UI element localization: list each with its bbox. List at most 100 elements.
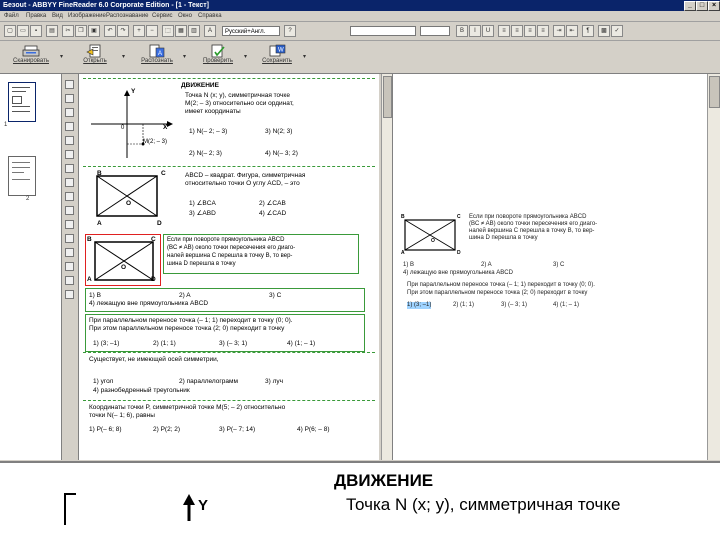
recognized-answer[interactable]: 1) B — [403, 262, 414, 269]
q3-text-line: (BC ≠ AB) около точки пересечения его ди… — [167, 245, 296, 251]
q4-answer: 4) (1; – 1) — [287, 340, 316, 347]
align-center-icon[interactable]: ≡ — [511, 25, 523, 37]
recognize-button[interactable]: A Распознать — [132, 43, 182, 71]
font-combo[interactable] — [350, 26, 416, 36]
table-area-tool-icon[interactable] — [65, 108, 74, 117]
vertex-d-label: D — [151, 276, 156, 283]
size-combo[interactable] — [420, 26, 450, 36]
order-tool-icon[interactable] — [65, 192, 74, 201]
recognized-text-line[interactable]: Если при повороте прямоугольника ABCD — [469, 214, 586, 221]
q3-text-line: шина D перешла в точку — [167, 261, 236, 267]
italic-icon[interactable]: I — [469, 25, 481, 37]
menu-recognize[interactable]: Распознавание — [106, 12, 149, 20]
rotate-tool-icon[interactable] — [65, 150, 74, 159]
image-window[interactable]: ДВИЖЕНИЕ Точка N (x; y), симметричная то… — [79, 74, 379, 460]
bold-icon[interactable]: B — [456, 25, 468, 37]
menu-edit[interactable]: Правка — [26, 12, 46, 20]
recognized-answer[interactable]: 2) (1; 1) — [453, 302, 474, 309]
table-icon[interactable]: ▥ — [188, 25, 200, 37]
zoom-tool-icon[interactable] — [65, 234, 74, 243]
outdent-icon[interactable]: ⇤ — [566, 25, 578, 37]
help-icon[interactable]: ? — [284, 25, 296, 37]
menu-tools[interactable]: Сервис — [152, 12, 173, 20]
underline-icon[interactable]: U — [482, 25, 494, 37]
menu-window[interactable]: Окно — [178, 12, 192, 20]
select-icon[interactable]: ⬚ — [162, 25, 174, 37]
fit-width-tool-icon[interactable] — [65, 290, 74, 299]
language-combo[interactable]: Русский+Англ. — [222, 26, 280, 36]
cut-area-tool-icon[interactable] — [65, 178, 74, 187]
grid-icon[interactable]: ▦ — [175, 25, 187, 37]
menu-help[interactable]: Справка — [198, 12, 222, 20]
recognized-answer[interactable]: 2) A — [481, 262, 492, 269]
zoom-window[interactable]: ДВИЖЕНИЕ Точка N (x; y), симметричная то… — [0, 461, 720, 542]
minimize-button[interactable]: _ — [684, 1, 696, 11]
image-scrollbar[interactable] — [381, 74, 392, 460]
save-dropdown-icon[interactable]: ▾ — [303, 53, 306, 60]
table-separator-tool-icon[interactable] — [65, 220, 74, 229]
recognized-text-line[interactable]: При параллельном переносе точка (– 1; 1)… — [407, 282, 595, 289]
recognize-dropdown-icon[interactable]: ▾ — [183, 53, 186, 60]
redo-icon[interactable]: ↷ — [117, 25, 129, 37]
print-icon[interactable]: ▤ — [46, 25, 58, 37]
recognized-text-line[interactable]: (BC ≠ AB) около точки пересечения его ди… — [469, 221, 597, 228]
language-icon[interactable]: A — [204, 25, 216, 37]
zoom-in-icon[interactable]: + — [133, 25, 145, 37]
indent-icon[interactable]: ⇥ — [553, 25, 565, 37]
barcode-area-tool-icon[interactable] — [65, 136, 74, 145]
zoom-in-tool-icon[interactable] — [65, 248, 74, 257]
x-axis-label: X — [163, 124, 168, 131]
close-button[interactable]: × — [708, 1, 720, 11]
cut-icon[interactable]: ✂ — [62, 25, 74, 37]
recognized-answer[interactable]: 4) лежащую вне прямоугольника ABCD — [403, 270, 513, 277]
vertex-a-label: A — [401, 250, 405, 256]
menu-file[interactable]: Файл — [4, 12, 19, 20]
add-area-tool-icon[interactable] — [65, 164, 74, 173]
menu-image[interactable]: Изображение — [68, 12, 106, 20]
recognized-text-line[interactable]: налей вершина C перешла в точку B, то ве… — [469, 228, 594, 235]
scan-button[interactable]: Сканировать — [6, 43, 56, 71]
save-button[interactable]: W Сохранить — [252, 43, 302, 71]
recognized-answer[interactable]: 3) (– 3; 1) — [501, 302, 527, 309]
vertex-c-label: C — [457, 214, 461, 220]
recognized-answer[interactable]: 4) (1; – 1) — [553, 302, 579, 309]
recognized-text-line[interactable]: При этом параллельном переносе точка (2;… — [407, 290, 587, 297]
undo-icon[interactable]: ↶ — [104, 25, 116, 37]
open-button[interactable]: Открыть — [70, 43, 120, 71]
fit-page-tool-icon[interactable] — [65, 276, 74, 285]
text-scroll-thumb[interactable] — [709, 76, 720, 108]
page-thumbnail-2[interactable] — [8, 156, 36, 196]
recognized-answer[interactable]: 3) C — [553, 262, 564, 269]
text-area-tool-icon[interactable] — [65, 94, 74, 103]
text-window[interactable]: B C A D O Если при повороте прямоугольни… — [392, 74, 720, 460]
open-icon[interactable]: ▭ — [17, 25, 29, 37]
picture-area-tool-icon[interactable] — [65, 122, 74, 131]
new-icon[interactable]: ▢ — [4, 25, 16, 37]
text-scrollbar[interactable] — [707, 74, 720, 460]
scan-dropdown-icon[interactable]: ▾ — [60, 53, 63, 60]
q4-answer: 2) (1; 1) — [153, 340, 176, 347]
pilcrow-icon[interactable]: ¶ — [582, 25, 594, 37]
recognized-text-line[interactable]: шина D перешла в точку — [469, 235, 538, 242]
copy-icon[interactable]: ❐ — [75, 25, 87, 37]
menu-view[interactable]: Вид — [52, 12, 63, 20]
recognized-answer[interactable]: 1) (3; –1) — [407, 302, 432, 309]
delete-area-tool-icon[interactable] — [65, 206, 74, 215]
page-thumbnail-1[interactable] — [8, 82, 36, 122]
align-left-icon[interactable]: ≡ — [498, 25, 510, 37]
pointer-tool-icon[interactable] — [65, 80, 74, 89]
save-icon[interactable]: ▪ — [30, 25, 42, 37]
align-justify-icon[interactable]: ≡ — [537, 25, 549, 37]
check-icon[interactable]: ✓ — [611, 25, 623, 37]
open-dropdown-icon[interactable]: ▾ — [122, 53, 125, 60]
align-right-icon[interactable]: ≡ — [524, 25, 536, 37]
picture-icon[interactable]: ▩ — [598, 25, 610, 37]
check-button[interactable]: Проверить — [193, 43, 243, 71]
zoom-out-icon[interactable]: − — [146, 25, 158, 37]
q3-answer: 1) B — [89, 292, 101, 299]
image-scroll-thumb[interactable] — [383, 76, 392, 118]
check-dropdown-icon[interactable]: ▾ — [244, 53, 247, 60]
maximize-button[interactable]: □ — [696, 1, 708, 11]
zoom-out-tool-icon[interactable] — [65, 262, 74, 271]
paste-icon[interactable]: ▣ — [88, 25, 100, 37]
